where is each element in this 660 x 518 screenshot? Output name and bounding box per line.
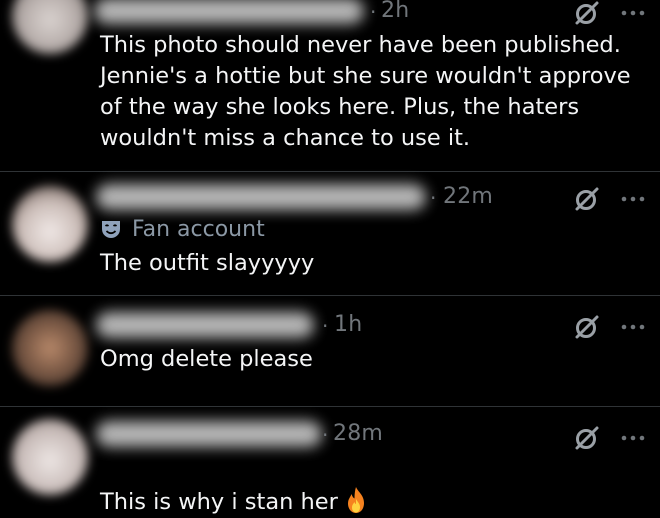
fan-account-label: Fan account: [132, 216, 265, 242]
timestamp[interactable]: 2h: [381, 0, 409, 23]
separator-dot: ·: [370, 0, 377, 24]
username-blurred[interactable]: [96, 184, 426, 210]
more-icon[interactable]: [620, 433, 646, 443]
fire-emoji: [347, 487, 364, 513]
grok-icon[interactable]: [574, 186, 600, 212]
username-blurred[interactable]: [96, 421, 322, 447]
reply-post-1[interactable]: · 2h This photo should never have been p…: [0, 0, 660, 170]
fan-account-badge: Fan account: [100, 214, 265, 244]
timestamp[interactable]: 28m: [333, 421, 383, 446]
separator-dot: ·: [322, 423, 329, 447]
post-text: The outfit slayyyyy: [100, 250, 315, 276]
more-icon[interactable]: [620, 8, 646, 18]
separator-dot: ·: [430, 186, 437, 210]
masks-icon: [102, 221, 120, 238]
more-icon[interactable]: [620, 322, 646, 332]
reply-post-3[interactable]: · 1h Omg delete please: [0, 296, 660, 406]
post-text: This is why i stan her: [100, 489, 338, 515]
separator-dot: ·: [322, 314, 329, 338]
grok-icon[interactable]: [574, 0, 600, 26]
username-blurred[interactable]: [94, 0, 364, 24]
grok-icon[interactable]: [574, 425, 600, 451]
post-text: This photo should never have been publis…: [100, 32, 631, 151]
reply-post-4[interactable]: · 28m This is why i stan her: [0, 407, 660, 515]
more-icon[interactable]: [620, 194, 646, 204]
reply-post-2[interactable]: · 22m Fan account The outfit slayyyyy: [0, 172, 660, 294]
avatar[interactable]: [12, 310, 88, 386]
timestamp[interactable]: 22m: [443, 184, 493, 209]
timestamp[interactable]: 1h: [334, 312, 362, 337]
post-text-row: This is why i stan her: [100, 455, 368, 518]
username-blurred[interactable]: [96, 312, 314, 338]
avatar[interactable]: [12, 0, 88, 54]
avatar[interactable]: [12, 419, 88, 495]
grok-icon[interactable]: [574, 314, 600, 340]
avatar[interactable]: [12, 186, 88, 262]
post-text: Omg delete please: [100, 346, 313, 372]
